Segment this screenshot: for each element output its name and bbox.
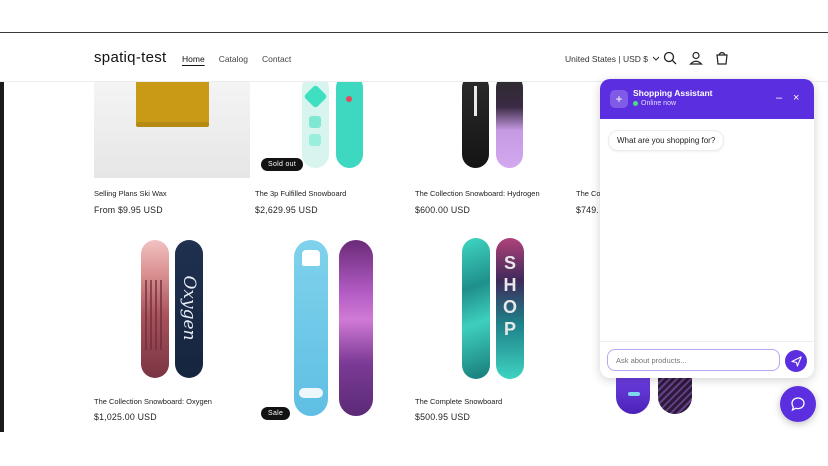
browser-top-strip [0, 0, 828, 33]
product-price: $2,629.95 USD [255, 205, 318, 215]
cloud-shape [299, 388, 323, 398]
account-icon[interactable] [688, 50, 704, 66]
product-price: $749. [576, 205, 600, 215]
snowboard-right [339, 240, 373, 416]
chat-status: Online now [633, 100, 676, 107]
chat-input[interactable] [607, 349, 780, 371]
board-stripe [628, 392, 640, 396]
send-icon [790, 355, 802, 367]
product-title[interactable]: The Collection Snowboard: Oxygen [94, 397, 212, 406]
nav-home[interactable]: Home [182, 54, 205, 64]
site-header: spatiq-test Home Catalog Contact United … [0, 34, 828, 82]
chat-launcher-button[interactable] [780, 386, 816, 422]
board-text: S H O P [502, 253, 517, 339]
wax-block [136, 82, 209, 126]
hex-shape [303, 84, 328, 109]
minimize-icon[interactable]: – [776, 92, 782, 104]
product-title[interactable]: The Complete Snowboard [415, 397, 502, 406]
assistant-avatar-icon: + [610, 90, 628, 108]
product-image-sale-snowboard[interactable] [255, 232, 411, 418]
page-bottom [0, 432, 828, 466]
snowboard-left [616, 378, 650, 414]
snowboard-right [658, 378, 692, 414]
product-title[interactable]: Selling Plans Ski Wax [94, 189, 167, 198]
send-button[interactable] [785, 350, 807, 372]
main-nav: Home Catalog Contact [182, 54, 291, 64]
cart-icon[interactable] [714, 50, 730, 66]
product-image-oxygen[interactable]: Oxygen [94, 232, 250, 384]
shopping-assistant-panel: + Shopping Assistant Online now – × What… [600, 79, 814, 378]
snowboard-right: Oxygen [175, 240, 203, 378]
assistant-message: What are you shopping for? [608, 130, 725, 151]
snowboard-left [462, 238, 490, 379]
dot-shape [309, 134, 321, 146]
product-image-partial[interactable] [612, 378, 702, 418]
sale-badge: Sale [261, 407, 291, 420]
product-price: $1,025.00 USD [94, 412, 157, 422]
chat-status-text: Online now [641, 100, 677, 107]
snowboard-right [496, 82, 523, 168]
board-text: Oxygen [179, 275, 199, 341]
product-image-ski-wax[interactable] [94, 82, 250, 178]
wax-shadow [136, 122, 209, 127]
logo-dot [346, 96, 352, 102]
snowboard-left [302, 82, 329, 168]
country-selector[interactable]: United States | USD $ [565, 54, 660, 64]
chat-bubble-icon [791, 397, 805, 412]
snowboard-right: S H O P [496, 238, 524, 379]
country-label: United States | USD $ [565, 54, 648, 64]
snowboard-left [141, 240, 169, 378]
chat-input-row [600, 341, 814, 378]
product-price: From $9.95 USD [94, 205, 163, 215]
product-price: $600.00 USD [415, 205, 471, 215]
close-icon[interactable]: × [793, 92, 799, 104]
nav-catalog[interactable]: Catalog [219, 54, 248, 64]
product-image-hydrogen[interactable] [415, 82, 571, 178]
dot-shape [309, 116, 321, 128]
online-dot-icon [633, 101, 638, 106]
chat-header: + Shopping Assistant Online now – × [600, 79, 814, 119]
snowboard-right [336, 82, 363, 168]
board-stripe [474, 86, 477, 116]
snowboard-left [462, 82, 489, 168]
snowboard-left [294, 240, 328, 416]
sold-out-badge: Sold out [261, 158, 304, 171]
product-title[interactable]: The Co [576, 189, 601, 198]
window-edge [0, 82, 4, 432]
product-title[interactable]: The 3p Fulfilled Snowboard [255, 189, 346, 198]
nav-contact[interactable]: Contact [262, 54, 291, 64]
store-logo[interactable]: spatiq-test [94, 49, 167, 66]
chevron-down-icon [652, 56, 660, 61]
product-title[interactable]: The Collection Snowboard: Hydrogen [415, 189, 540, 198]
chat-title: Shopping Assistant [633, 88, 713, 98]
board-logo [302, 250, 320, 266]
tree-pattern [145, 280, 165, 350]
product-image-complete-snowboard[interactable]: S H O P [415, 232, 571, 384]
search-icon[interactable] [662, 50, 678, 66]
product-price: $500.95 USD [415, 412, 471, 422]
